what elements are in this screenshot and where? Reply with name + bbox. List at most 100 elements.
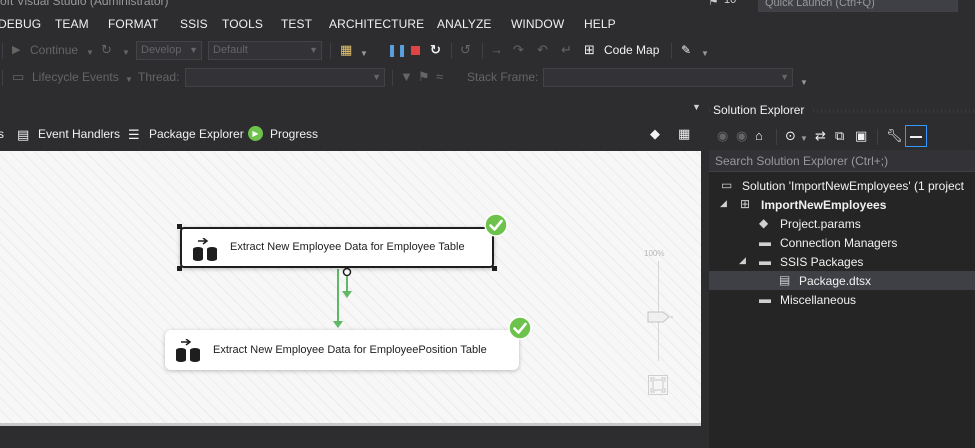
stack-frame-select[interactable]: ▼ xyxy=(543,68,793,87)
chevron-down-icon[interactable]: ▼ xyxy=(122,45,130,61)
step-over-icon[interactable]: ↷ xyxy=(513,42,524,58)
show-all-files-icon[interactable]: ▣ xyxy=(855,128,867,144)
preview-selected-items-button[interactable] xyxy=(905,125,927,147)
forward-icon[interactable]: ◉ xyxy=(736,128,747,144)
menu-team[interactable]: TEAM xyxy=(55,17,89,31)
flag-thread-icon[interactable]: ⚑ xyxy=(418,69,430,85)
tab-event-handlers[interactable]: Event Handlers xyxy=(38,127,120,141)
zoom-control: 100% xyxy=(640,247,680,402)
title-bar: oft Visual Studio (Administrator) ⚑ 10 Q… xyxy=(0,0,975,14)
collapse-all-icon[interactable]: ⧉ xyxy=(835,128,844,144)
task-extract-employee-position[interactable]: Extract New Employee Data for EmployeePo… xyxy=(165,330,519,370)
tab-progress[interactable]: Progress xyxy=(270,127,318,141)
selection-handle[interactable] xyxy=(492,266,497,271)
home-icon[interactable]: ⌂ xyxy=(755,128,763,144)
hex-display-icon[interactable]: ↵ xyxy=(561,42,572,58)
chevron-down-icon: ▼ xyxy=(372,72,381,82)
stack-frame-label: Stack Frame: xyxy=(467,70,539,84)
zoom-level-label: 100% xyxy=(644,249,665,258)
tree-item-connection-managers[interactable]: ▬ Connection Managers xyxy=(709,233,975,252)
panel-splitter[interactable] xyxy=(701,100,709,448)
control-flow-canvas[interactable]: Extract New Employee Data for Employee T… xyxy=(0,151,701,423)
chevron-down-icon[interactable]: ▼ xyxy=(125,72,133,88)
restart-icon[interactable]: ↻ xyxy=(430,42,441,58)
show-threads-icon[interactable]: ≈ xyxy=(436,69,443,85)
quick-launch-input[interactable]: Quick Launch (Ctrl+Q) xyxy=(758,0,958,12)
tab-data-flow-fragment[interactable]: s xyxy=(0,127,4,141)
toolbar-separator xyxy=(392,70,393,86)
continue-button[interactable]: Continue xyxy=(30,43,78,57)
solution-platform-select[interactable]: Default ▼ xyxy=(208,41,322,60)
code-map-button[interactable]: Code Map xyxy=(604,43,659,57)
folder-icon: ▬ xyxy=(759,254,771,268)
tree-item-miscellaneous[interactable]: ▬ Miscellaneous xyxy=(709,290,975,309)
step-out-icon[interactable]: ↶ xyxy=(537,42,548,58)
tab-package-explorer[interactable]: Package Explorer xyxy=(149,127,244,141)
feedback-flag-icon[interactable]: ⚑ xyxy=(708,0,719,8)
pause-icon[interactable]: ❚❚ xyxy=(387,42,407,58)
parameters-icon[interactable]: ▦ xyxy=(678,126,690,142)
chevron-down-icon[interactable]: ▼ xyxy=(86,45,94,61)
tree-item-project-params[interactable]: ◆ Project.params xyxy=(709,214,975,233)
toolbar-separator xyxy=(482,43,483,59)
step-into-icon[interactable]: → xyxy=(490,42,503,58)
menu-format[interactable]: FORMAT xyxy=(108,17,158,31)
menu-help[interactable]: HELP xyxy=(584,17,616,31)
panel-title: Solution Explorer xyxy=(713,103,811,117)
ssis-toolbox-icon[interactable]: ▦ xyxy=(340,42,352,58)
sync-icon[interactable]: ⇄ xyxy=(815,128,826,144)
chevron-down-icon[interactable]: ▼ xyxy=(692,102,701,112)
menu-window[interactable]: WINDOW xyxy=(511,17,564,31)
thread-select[interactable]: ▼ xyxy=(185,68,385,87)
collapse-arrow-icon[interactable]: ◢ xyxy=(720,198,727,209)
solution-configuration-select[interactable]: Develop ▼ xyxy=(136,41,202,60)
zoom-slider-thumb[interactable] xyxy=(647,311,673,323)
progress-icon: ▶ xyxy=(248,126,263,141)
filter-icon[interactable]: ▼ xyxy=(400,69,413,85)
menu-architecture[interactable]: ARCHITECTURE xyxy=(329,17,424,31)
pending-changes-filter-icon[interactable]: ⊙ xyxy=(785,128,796,144)
menu-test[interactable]: TEST xyxy=(281,17,312,31)
code-map-icon[interactable]: ⊞ xyxy=(584,42,595,58)
back-icon[interactable]: ◉ xyxy=(717,128,728,144)
chevron-down-icon[interactable]: ▼ xyxy=(360,46,368,62)
menu-bar: DEBUG TEAM FORMAT SSIS TOOLS TEST ARCHIT… xyxy=(0,14,975,36)
params-icon: ◆ xyxy=(759,216,769,230)
toolbar-separator xyxy=(330,43,331,59)
lifecycle-events-button[interactable]: Lifecycle Events xyxy=(32,70,119,84)
selection-handle[interactable] xyxy=(177,266,182,271)
lifecycle-events-icon[interactable]: ▭ xyxy=(12,69,24,85)
solution-explorer-titlebar: Solution Explorer xyxy=(709,100,975,122)
menu-debug[interactable]: DEBUG xyxy=(0,17,41,31)
show-next-statement-icon[interactable]: ↺ xyxy=(460,42,471,58)
package-explorer-icon: ☰ xyxy=(128,127,140,142)
folder-icon: ▬ xyxy=(759,292,771,306)
precedence-constraint[interactable] xyxy=(325,263,365,333)
chevron-down-icon: ▼ xyxy=(189,45,198,55)
selection-handle[interactable] xyxy=(177,224,182,229)
chevron-down-icon[interactable]: ▼ xyxy=(800,131,808,147)
variables-icon[interactable]: ◆ xyxy=(650,126,660,142)
tree-item-solution[interactable]: ▭ Solution 'ImportNewEmployees' (1 proje… xyxy=(709,176,975,195)
notifications-count[interactable]: 10 xyxy=(724,0,736,6)
debug-toolbar: ▶ Continue ▼ ↻ ▼ Develop ▼ Default ▼ ▦ ▼ ❚… xyxy=(0,37,975,64)
menu-analyze[interactable]: ANALYZE xyxy=(437,17,492,31)
task-extract-employee[interactable]: Extract New Employee Data for Employee T… xyxy=(180,227,494,268)
menu-tools[interactable]: TOOLS xyxy=(222,17,263,31)
tree-item-project[interactable]: ◢ ⊞ ImportNewEmployees xyxy=(709,195,975,214)
properties-wrench-icon[interactable]: 🔧︎ xyxy=(886,128,903,144)
thread-label: Thread: xyxy=(138,70,180,84)
chevron-down-icon[interactable]: ▼ xyxy=(800,75,808,91)
restart-icon[interactable]: ↻ xyxy=(101,42,112,58)
collapse-arrow-icon[interactable]: ◢ xyxy=(739,255,746,266)
menu-ssis[interactable]: SSIS xyxy=(180,17,208,31)
tree-item-package[interactable]: ▤ Package.dtsx xyxy=(709,271,975,290)
continue-icon[interactable]: ▶ xyxy=(12,42,20,58)
solution-search-input[interactable]: Search Solution Explorer (Ctrl+;) xyxy=(709,150,975,172)
tree-item-ssis-packages[interactable]: ◢ ▬ SSIS Packages xyxy=(709,252,975,271)
no-tasks-icon[interactable]: ✎ xyxy=(681,42,691,58)
chevron-down-icon[interactable]: ▼ xyxy=(701,46,709,62)
zoom-to-fit-button[interactable] xyxy=(648,375,668,395)
stop-icon[interactable] xyxy=(411,46,420,55)
window-title: oft Visual Studio (Administrator) xyxy=(0,0,169,8)
